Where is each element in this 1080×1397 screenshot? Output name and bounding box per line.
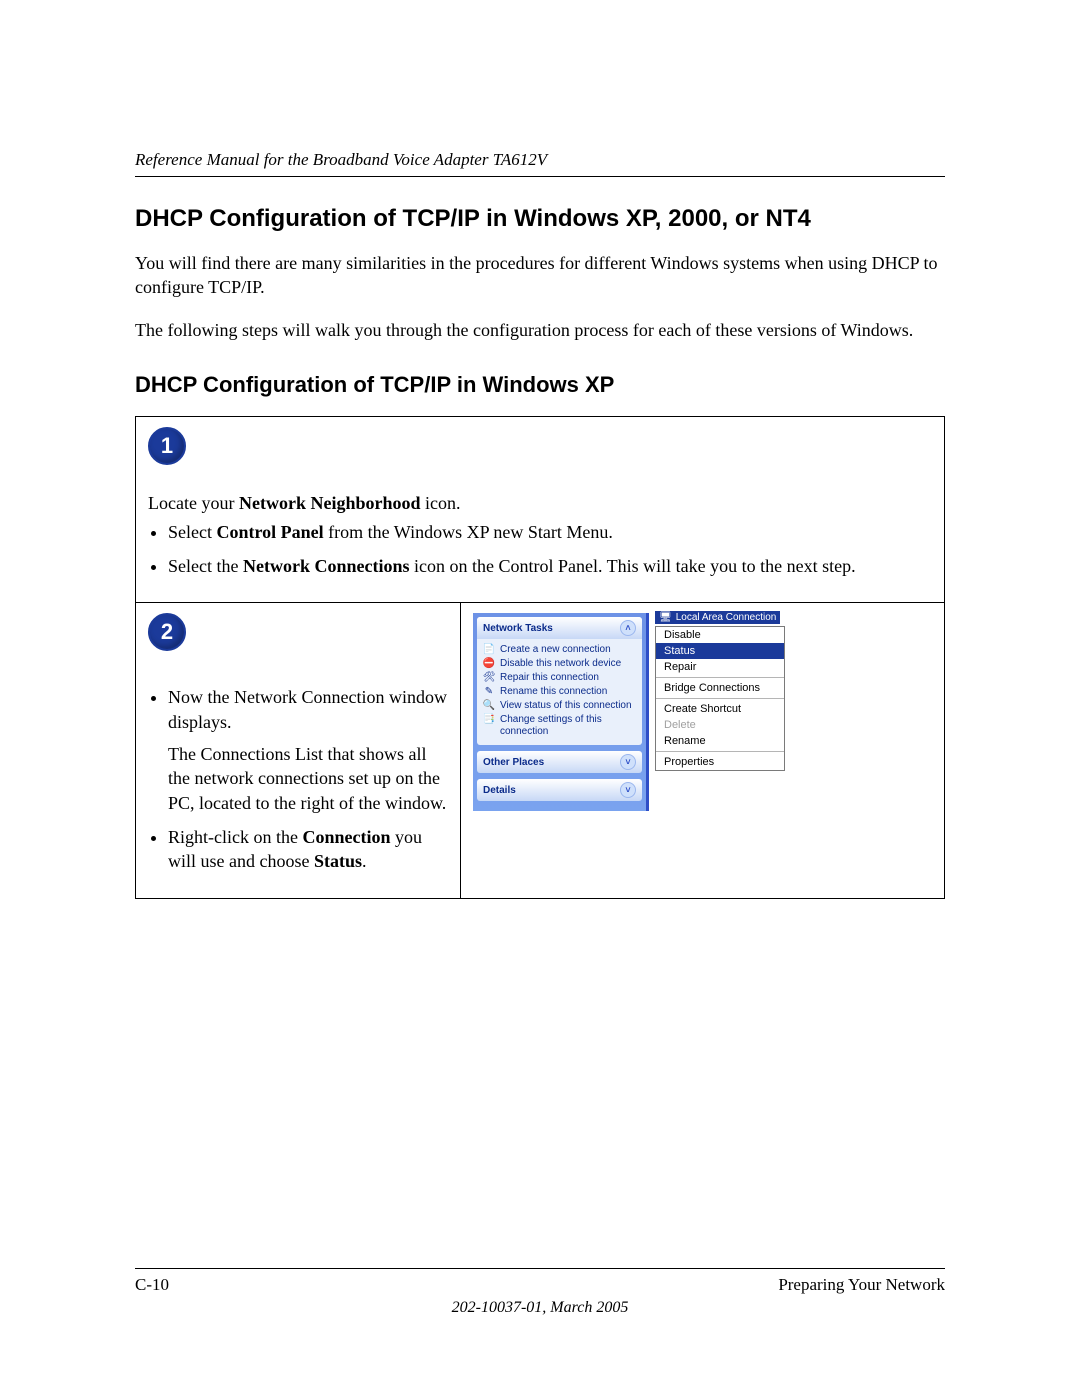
page-number: C-10 [135,1275,169,1295]
rename-icon: ✎ [483,686,495,698]
step-badge-1: 1 [148,427,186,465]
running-header: Reference Manual for the Broadband Voice… [135,150,945,177]
ctx-properties[interactable]: Properties [656,754,784,770]
xp-network-tasks: Network Tasks ˄ 📄Create a new connection… [477,617,642,745]
para-1: You will find there are many similaritie… [135,251,945,300]
section-title: Preparing Your Network [778,1275,945,1295]
xp-connection-area: 🖥 Local Area Connection Disable Status R… [655,611,785,811]
step-row-1: 1 Locate your Network Neighborhood icon.… [136,416,945,603]
context-menu: Disable Status Repair Bridge Connections… [655,626,785,771]
settings-icon: 📑 [483,714,495,726]
ctx-rename[interactable]: Rename [656,733,784,749]
page-footer: C-10 Preparing Your Network 202-10037-01… [135,1268,945,1317]
ctx-separator [656,751,784,752]
xp-network-tasks-header: Network Tasks [483,623,553,634]
ctx-bridge[interactable]: Bridge Connections [656,680,784,696]
status-icon: 🔍 [483,700,495,712]
network-icon: 🖥 [659,612,672,623]
ctx-shortcut[interactable]: Create Shortcut [656,701,784,717]
ctx-disable[interactable]: Disable [656,627,784,643]
screenshot-xp-network: Network Tasks ˄ 📄Create a new connection… [473,613,932,811]
repair-icon: 🛠 [483,672,495,684]
xp-sidebar: Network Tasks ˄ 📄Create a new connection… [473,613,649,811]
new-connection-icon: 📄 [483,644,495,656]
chevron-down-icon[interactable]: ˅ [620,782,636,798]
xp-details: Details ˅ [477,779,642,801]
xp-task-rename[interactable]: ✎Rename this connection [483,685,636,699]
ctx-delete: Delete [656,717,784,733]
xp-task-create[interactable]: 📄Create a new connection [483,643,636,657]
step1-bullet-1: Select Control Panel from the Windows XP… [168,520,932,544]
xp-task-settings[interactable]: 📑Change settings of this connection [483,713,636,739]
step1-intro: Locate your Network Neighborhood icon. [148,493,932,514]
steps-table: 1 Locate your Network Neighborhood icon.… [135,416,945,899]
heading-main: DHCP Configuration of TCP/IP in Windows … [135,205,945,233]
doc-info: 202-10037-01, March 2005 [135,1299,945,1317]
step2-bullet-2: Right-click on the Connection you will u… [168,825,448,874]
heading-sub: DHCP Configuration of TCP/IP in Windows … [135,372,945,398]
step2-bullet-1: Now the Network Connection window displa… [168,685,448,814]
ctx-repair[interactable]: Repair [656,659,784,675]
local-area-connection[interactable]: 🖥 Local Area Connection [655,611,780,624]
disable-icon: ⛔ [483,658,495,670]
chevron-up-icon[interactable]: ˄ [620,620,636,636]
ctx-status[interactable]: Status [656,643,784,659]
para-2: The following steps will walk you throug… [135,318,945,342]
step-row-2: 2 Now the Network Connection window disp… [136,603,945,898]
xp-task-repair[interactable]: 🛠Repair this connection [483,671,636,685]
xp-other-places: Other Places ˅ [477,751,642,773]
chevron-down-icon[interactable]: ˅ [620,754,636,770]
xp-task-disable[interactable]: ⛔Disable this network device [483,657,636,671]
ctx-separator [656,698,784,699]
step1-bullet-2: Select the Network Connections icon on t… [168,554,932,578]
step-badge-2: 2 [148,613,186,651]
xp-task-status[interactable]: 🔍View status of this connection [483,699,636,713]
ctx-separator [656,677,784,678]
